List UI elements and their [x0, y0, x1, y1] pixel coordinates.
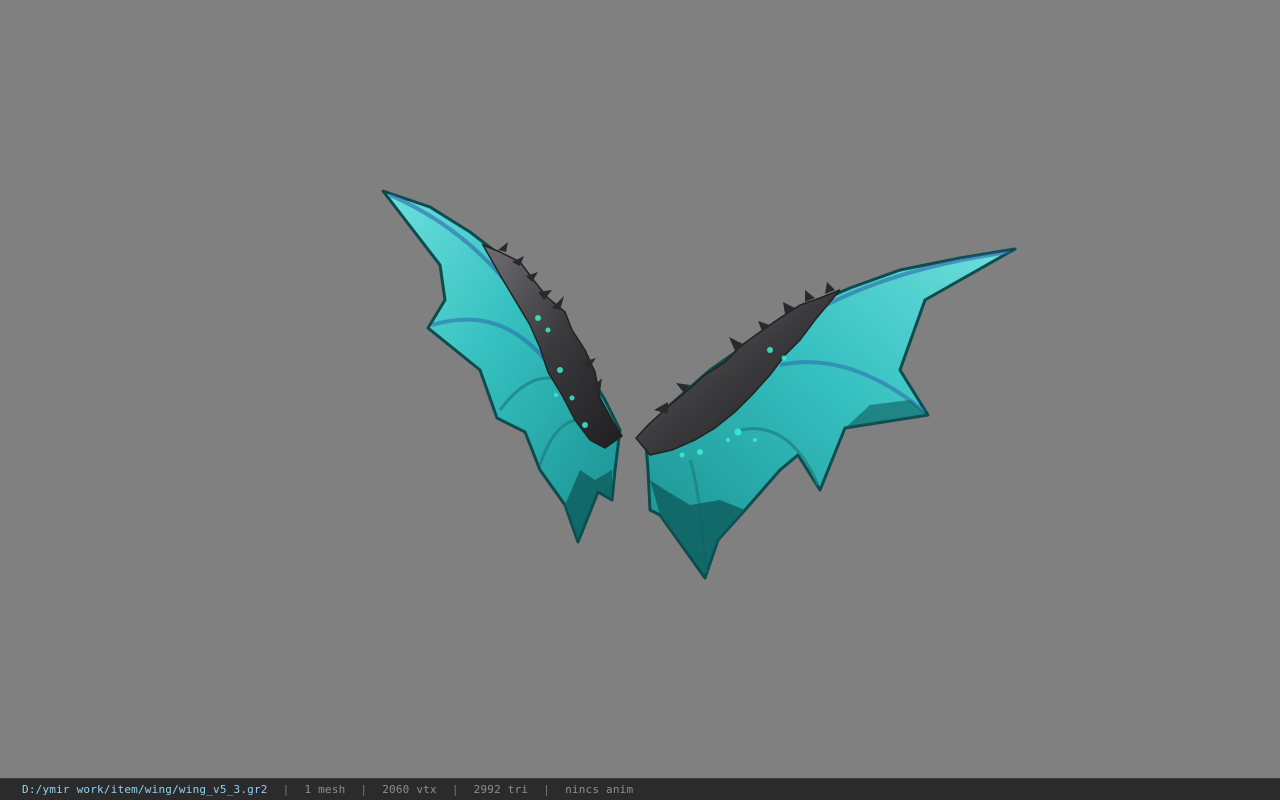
- separator: |: [451, 783, 459, 796]
- animation-status: nincs anim: [565, 783, 634, 796]
- status-bar: D:/ymir work/item/wing/wing_v5_3.gr2 | 1…: [0, 778, 1280, 800]
- left-wing: [381, 189, 624, 544]
- separator: |: [543, 783, 551, 796]
- separator: |: [282, 783, 290, 796]
- mesh-count: 1 mesh: [304, 783, 346, 796]
- separator: |: [360, 783, 368, 796]
- wing-model-render[interactable]: [0, 0, 1280, 778]
- triangle-count: 2992 tri: [473, 783, 529, 796]
- model-viewport[interactable]: [0, 0, 1280, 778]
- vertex-count: 2060 vtx: [382, 783, 437, 796]
- file-path: D:/ymir work/item/wing/wing_v5_3.gr2: [22, 783, 268, 796]
- right-wing: [635, 247, 1017, 580]
